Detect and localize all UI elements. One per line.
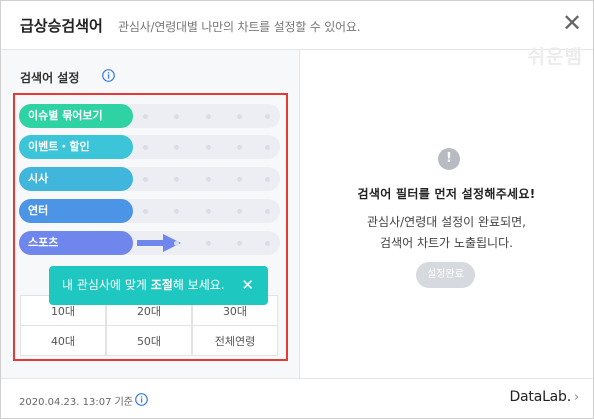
info-icon[interactable] bbox=[135, 393, 148, 406]
category-pill-news[interactable]: 시사 bbox=[19, 167, 133, 191]
slider-dot[interactable] bbox=[143, 145, 148, 150]
guide-tooltip: 내 관심사에 맞게 조절해 보세요. ✕ bbox=[49, 266, 268, 305]
apply-settings-button[interactable]: 설정완료 bbox=[416, 262, 475, 288]
slider-dot[interactable] bbox=[143, 177, 148, 182]
datalab-link[interactable]: DataLab. › bbox=[509, 389, 579, 405]
chevron-right-icon: › bbox=[574, 390, 579, 405]
watermark: 쉬운뱀 bbox=[527, 46, 583, 68]
update-timestamp: 2020.04.23. 13:07 기준 bbox=[19, 397, 134, 408]
category-pill-entertainment[interactable]: 연터 bbox=[19, 199, 133, 223]
empty-state-line1: 관심사/연령대 설정이 완료되면, bbox=[366, 215, 526, 229]
slider-dot[interactable] bbox=[237, 145, 242, 150]
category-row-sports[interactable]: 스포츠 bbox=[19, 231, 280, 255]
close-icon[interactable]: ✕ bbox=[561, 11, 583, 35]
slider-dot[interactable] bbox=[265, 241, 270, 246]
slider-dot[interactable] bbox=[206, 114, 211, 119]
age-option-50s[interactable]: 50대 bbox=[106, 325, 192, 356]
dialog-footer: 2020.04.23. 13:07 기준 DataLab. › bbox=[1, 378, 593, 418]
category-row-issue[interactable]: 이슈별 묶어보기 bbox=[19, 104, 280, 128]
slider-dot[interactable] bbox=[265, 114, 270, 119]
dialog-title: 급상승검색어 bbox=[20, 17, 103, 35]
empty-state-line2: 검색어 차트가 노출됩니다. bbox=[380, 236, 513, 250]
dialog-subtitle: 관심사/연령대별 나만의 차트를 설정할 수 있어요. bbox=[118, 20, 361, 34]
slider-dot[interactable] bbox=[174, 114, 179, 119]
slider-dot[interactable] bbox=[174, 241, 179, 246]
category-row-news[interactable]: 시사 bbox=[19, 167, 280, 191]
slider-dot[interactable] bbox=[143, 209, 148, 214]
slider-dot[interactable] bbox=[265, 177, 270, 182]
section-title: 검색어 설정 bbox=[20, 71, 80, 85]
tooltip-text-suffix: 해 보세요. bbox=[172, 278, 225, 292]
slider-dot[interactable] bbox=[237, 209, 242, 214]
slider-dot[interactable] bbox=[174, 145, 179, 150]
category-pill-sports[interactable]: 스포츠 bbox=[19, 231, 133, 255]
slider-dot[interactable] bbox=[206, 177, 211, 182]
slider-dot[interactable] bbox=[143, 114, 148, 119]
empty-state-title: 검색어 필터를 먼저 설정해주세요! bbox=[357, 187, 536, 201]
tooltip-text-bold: 조절 bbox=[150, 278, 173, 292]
datalab-brand-label: DataLab. bbox=[509, 389, 571, 405]
slider-dot[interactable] bbox=[265, 145, 270, 150]
slider-dot[interactable] bbox=[206, 209, 211, 214]
chart-settings-dialog: 급상승검색어 관심사/연령대별 나만의 차트를 설정할 수 있어요. ✕ 검색어… bbox=[0, 0, 594, 419]
slider-dot[interactable] bbox=[206, 241, 211, 246]
age-option-all[interactable]: 전체연령 bbox=[192, 325, 278, 356]
slider-dot[interactable] bbox=[265, 209, 270, 214]
info-icon[interactable] bbox=[102, 69, 115, 82]
category-pill-event[interactable]: 이벤트・할인 bbox=[19, 135, 133, 159]
dialog-header: 급상승검색어 관심사/연령대별 나만의 차트를 설정할 수 있어요. ✕ bbox=[1, 1, 593, 50]
tooltip-text-prefix: 내 관심사에 맞게 bbox=[62, 278, 151, 292]
category-row-entertainment[interactable]: 연터 bbox=[19, 199, 280, 223]
slider-dot[interactable] bbox=[174, 209, 179, 214]
slider-dot[interactable] bbox=[237, 241, 242, 246]
slider-dot[interactable] bbox=[237, 177, 242, 182]
alert-icon: ! bbox=[438, 148, 460, 170]
tooltip-close-icon[interactable]: ✕ bbox=[241, 266, 254, 305]
chart-result-panel: ! 검색어 필터를 먼저 설정해주세요! 관심사/연령대 설정이 완료되면, 검… bbox=[300, 50, 593, 378]
category-pill-issue[interactable]: 이슈별 묶어보기 bbox=[19, 104, 133, 128]
slider-dot[interactable] bbox=[237, 114, 242, 119]
age-option-40s[interactable]: 40대 bbox=[20, 325, 106, 356]
slider-dot[interactable] bbox=[174, 177, 179, 182]
filter-settings-panel: 검색어 설정 이슈별 묶어보기 이벤트・할인 시사 연터 스포츠 10대 20대… bbox=[1, 50, 300, 378]
category-row-event[interactable]: 이벤트・할인 bbox=[19, 135, 280, 159]
slider-dot[interactable] bbox=[206, 145, 211, 150]
